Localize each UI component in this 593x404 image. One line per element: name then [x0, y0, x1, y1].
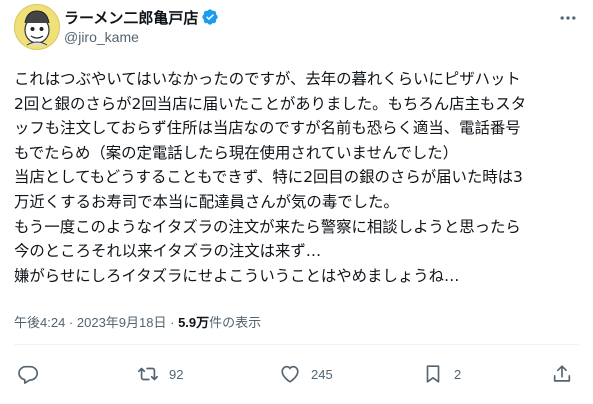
action-bar: 92 245 2 [0, 361, 593, 387]
reply-icon [18, 365, 38, 384]
bookmark-icon [426, 365, 440, 383]
tweet-time[interactable]: 午後4:24 [14, 315, 65, 330]
retweet-button[interactable]: 92 [137, 361, 183, 387]
verified-badge-icon [201, 8, 219, 26]
avatar[interactable] [14, 4, 60, 50]
tweet-date[interactable]: 2023年9月18日 [77, 315, 167, 330]
display-name[interactable]: ラーメン二郎亀戸店 [64, 7, 198, 28]
name-row: ラーメン二郎亀戸店 [64, 6, 219, 28]
reply-button[interactable] [17, 361, 39, 387]
retweet-count: 92 [169, 366, 184, 382]
bookmark-count: 2 [454, 366, 462, 382]
share-button[interactable] [551, 361, 573, 387]
divider [14, 344, 579, 345]
heart-icon [281, 365, 299, 383]
views-label: 件の表示 [209, 315, 262, 330]
author-block: ラーメン二郎亀戸店 @jiro_kame [64, 6, 219, 45]
retweet-icon [138, 367, 158, 381]
views-count: 5.9万 [178, 315, 210, 330]
meta-separator-2: · [166, 315, 179, 330]
tweet-card: ラーメン二郎亀戸店 @jiro_kame これはつぶやいてはいなかったのですが、… [0, 0, 593, 404]
more-dots-icon [560, 16, 576, 20]
tweet-meta: 午後4:24 · 2023年9月18日 · 5.9万件の表示 [14, 312, 261, 331]
user-handle[interactable]: @jiro_kame [64, 29, 219, 45]
tweet-text: これはつぶやいてはいなかったのですが、去年の暮れくらいにピザハット 2回と銀のさ… [14, 70, 527, 285]
bookmark-button[interactable]: 2 [422, 361, 461, 387]
avatar-illustration [15, 5, 59, 49]
like-button[interactable]: 245 [279, 361, 333, 387]
like-count: 245 [311, 366, 333, 382]
more-options-button[interactable] [557, 8, 579, 28]
meta-separator: · [65, 315, 77, 330]
share-icon [553, 365, 571, 382]
